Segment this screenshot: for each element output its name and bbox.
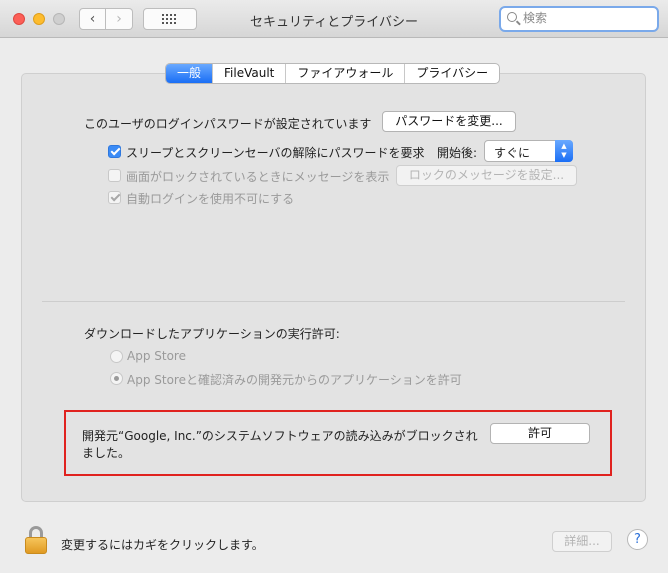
- radio-app-store-identified-label: App Storeと確認済みの開発元からのアプリケーションを許可: [127, 373, 462, 387]
- disable-autologin-checkbox[interactable]: [108, 191, 121, 204]
- radio-app-store[interactable]: [110, 350, 123, 363]
- radio-app-store-identified[interactable]: [110, 372, 123, 385]
- alert-text-line2: ました。: [82, 446, 131, 460]
- lock-body: [25, 537, 47, 554]
- set-lock-message-button[interactable]: ロックのメッセージを設定...: [396, 165, 577, 186]
- help-button[interactable]: ?: [627, 529, 648, 550]
- password-set-text: このユーザのログインパスワードが設定されています: [84, 117, 372, 131]
- search-icon: [507, 12, 517, 22]
- alert-text-line1: 開発元“Google, Inc.”のシステムソフトウェアの読み込みがブロックされ: [82, 429, 478, 443]
- tab-filevault[interactable]: FileVault: [212, 64, 285, 83]
- chevron-up-down-icon: ▲ ▼: [555, 140, 573, 162]
- change-password-button[interactable]: パスワードを変更...: [382, 111, 516, 132]
- title-bar: ‹ › セキュリティとプライバシー: [0, 0, 668, 38]
- section-divider: [42, 301, 625, 302]
- show-message-label: 画面がロックされているときにメッセージを表示: [126, 170, 390, 184]
- lock-text: 変更するにはカギをクリックします。: [61, 538, 264, 552]
- tab-privacy[interactable]: プライバシー: [404, 64, 499, 83]
- tab-firewall[interactable]: ファイアウォール: [285, 64, 404, 83]
- require-password-label: スリープとスクリーンセーバの解除にパスワードを要求: [126, 146, 425, 160]
- allow-button[interactable]: 許可: [490, 423, 590, 444]
- search-input[interactable]: [523, 11, 653, 25]
- advanced-button[interactable]: 詳細...: [552, 531, 612, 552]
- tab-bar: 一般 FileVault ファイアウォール プライバシー: [165, 63, 501, 84]
- disable-autologin-label: 自動ログインを使用不可にする: [126, 192, 295, 206]
- show-message-checkbox[interactable]: [108, 169, 121, 182]
- tab-general[interactable]: 一般: [166, 64, 213, 83]
- search-field[interactable]: [499, 6, 659, 32]
- select-value: すぐに: [494, 146, 531, 160]
- require-password-delay-select[interactable]: すぐに ▲ ▼: [484, 140, 573, 162]
- radio-app-store-label: App Store: [127, 349, 186, 363]
- require-password-checkbox[interactable]: [108, 145, 121, 158]
- downloads-heading: ダウンロードしたアプリケーションの実行許可:: [84, 327, 340, 341]
- lock-icon[interactable]: [25, 526, 47, 554]
- after-label: 開始後:: [437, 146, 478, 160]
